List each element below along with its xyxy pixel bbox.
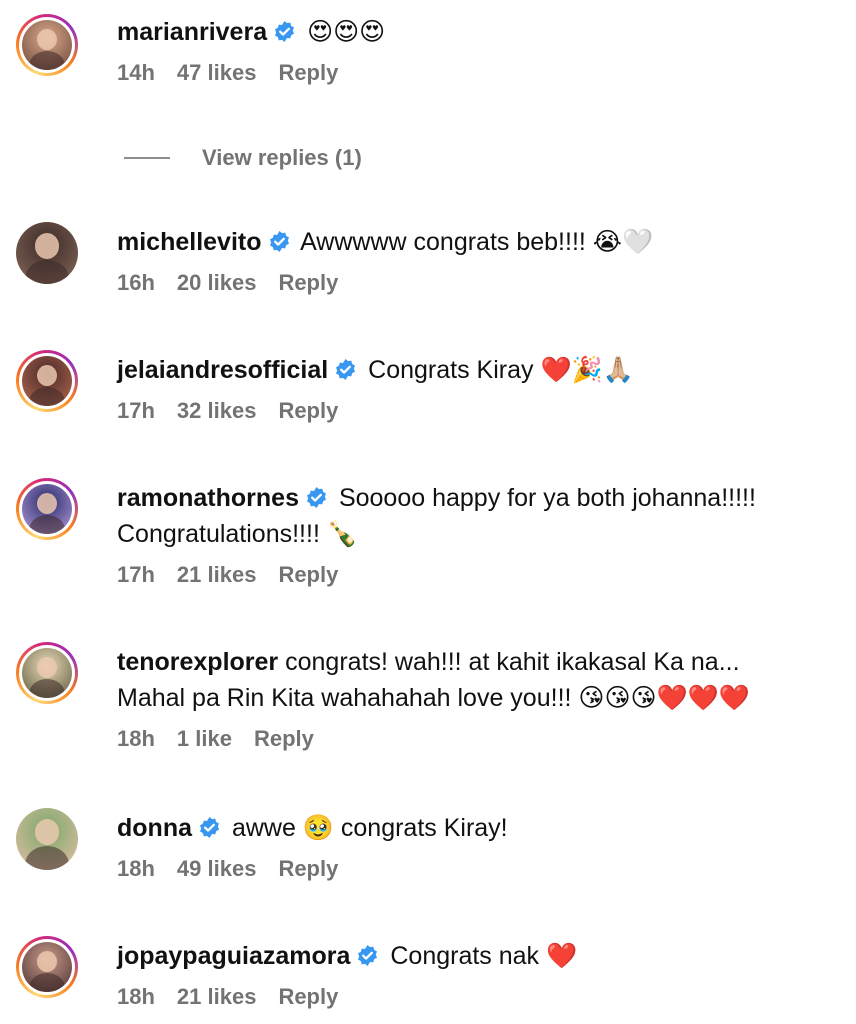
comment-username[interactable]: jelaiandresofficial [117, 356, 328, 384]
comment-time[interactable]: 17h [117, 398, 155, 423]
comment-text: Congrats Kiray ❤️🎉🙏🏼 [368, 356, 634, 384]
avatar[interactable] [16, 478, 78, 540]
reply-button[interactable]: Reply [278, 562, 338, 587]
comment-time[interactable]: 14h [117, 60, 155, 85]
avatar[interactable] [16, 808, 78, 870]
avatar[interactable] [16, 642, 78, 704]
comment-username[interactable]: ramonathornes [117, 484, 299, 512]
verified-badge-icon [275, 20, 295, 43]
comment-text-line-2: Mahal pa Rin Kita wahahahah love you!!! … [117, 684, 750, 712]
comment-meta: 18h 49 likes Reply [117, 855, 840, 883]
comment-time[interactable]: 17h [117, 562, 155, 587]
comment-text: congrats! wah!!! at kahit ikakasal Ka na… [285, 648, 740, 676]
comment-time[interactable]: 16h [117, 270, 155, 295]
comment-meta: 14h 47 likes Reply [117, 59, 840, 87]
comment-meta: 17h 21 likes Reply [117, 561, 840, 589]
comment-likes[interactable]: 32 likes [177, 398, 257, 423]
verified-badge-icon [269, 230, 289, 253]
comment-likes[interactable]: 1 like [177, 726, 232, 751]
avatar[interactable] [16, 14, 78, 76]
verified-badge-icon [358, 944, 378, 967]
comment-time[interactable]: 18h [117, 856, 155, 881]
reply-button[interactable]: Reply [254, 726, 314, 751]
comment-likes[interactable]: 20 likes [177, 270, 257, 295]
reply-button[interactable]: Reply [278, 270, 338, 295]
comment-text-line-2: Congratulations!!!! 🍾 [117, 520, 358, 548]
reply-button[interactable]: Reply [278, 398, 338, 423]
comment-username[interactable]: tenorexplorer [117, 648, 278, 676]
comment-meta: 18h 1 like Reply [117, 725, 840, 753]
verified-badge-icon [306, 486, 326, 509]
comment-likes[interactable]: 21 likes [177, 984, 257, 1009]
view-replies-label[interactable]: View replies (1) [202, 145, 362, 171]
comment-likes[interactable]: 49 likes [177, 856, 257, 881]
comment-time[interactable]: 18h [117, 726, 155, 751]
comment-username[interactable]: michellevito [117, 228, 262, 256]
comment-text: Awwwww congrats beb!!!! 😭🤍 [300, 228, 654, 256]
avatar[interactable] [16, 936, 78, 998]
verified-badge-icon [200, 816, 219, 839]
reply-button[interactable]: Reply [278, 984, 338, 1009]
comment-meta: 18h 21 likes Reply [117, 983, 840, 1011]
comment-likes[interactable]: 47 likes [177, 60, 257, 85]
comment-text: Congrats nak ❤️ [390, 942, 578, 970]
avatar[interactable] [16, 222, 78, 284]
comment-meta: 17h 32 likes Reply [117, 397, 840, 425]
comment-text: 😍😍😍 [307, 18, 386, 46]
comment-time[interactable]: 18h [117, 984, 155, 1009]
comment-text: Sooooo happy for ya both johanna!!!!! [338, 484, 756, 512]
comment-username[interactable]: marianrivera [117, 18, 267, 46]
view-replies-button[interactable]: View replies (1) [124, 145, 362, 171]
comment-username[interactable]: donna [117, 814, 192, 842]
reply-button[interactable]: Reply [278, 60, 338, 85]
verified-badge-icon [336, 358, 356, 381]
avatar[interactable] [16, 350, 78, 412]
reply-button[interactable]: Reply [278, 856, 338, 881]
comment-text: awwe 🥹 congrats Kiray! [231, 814, 508, 842]
comment-meta: 16h 20 likes Reply [117, 269, 840, 297]
comment-username[interactable]: jopaypaguiazamora [117, 942, 350, 970]
replies-divider [124, 157, 170, 159]
comment-likes[interactable]: 21 likes [177, 562, 257, 587]
